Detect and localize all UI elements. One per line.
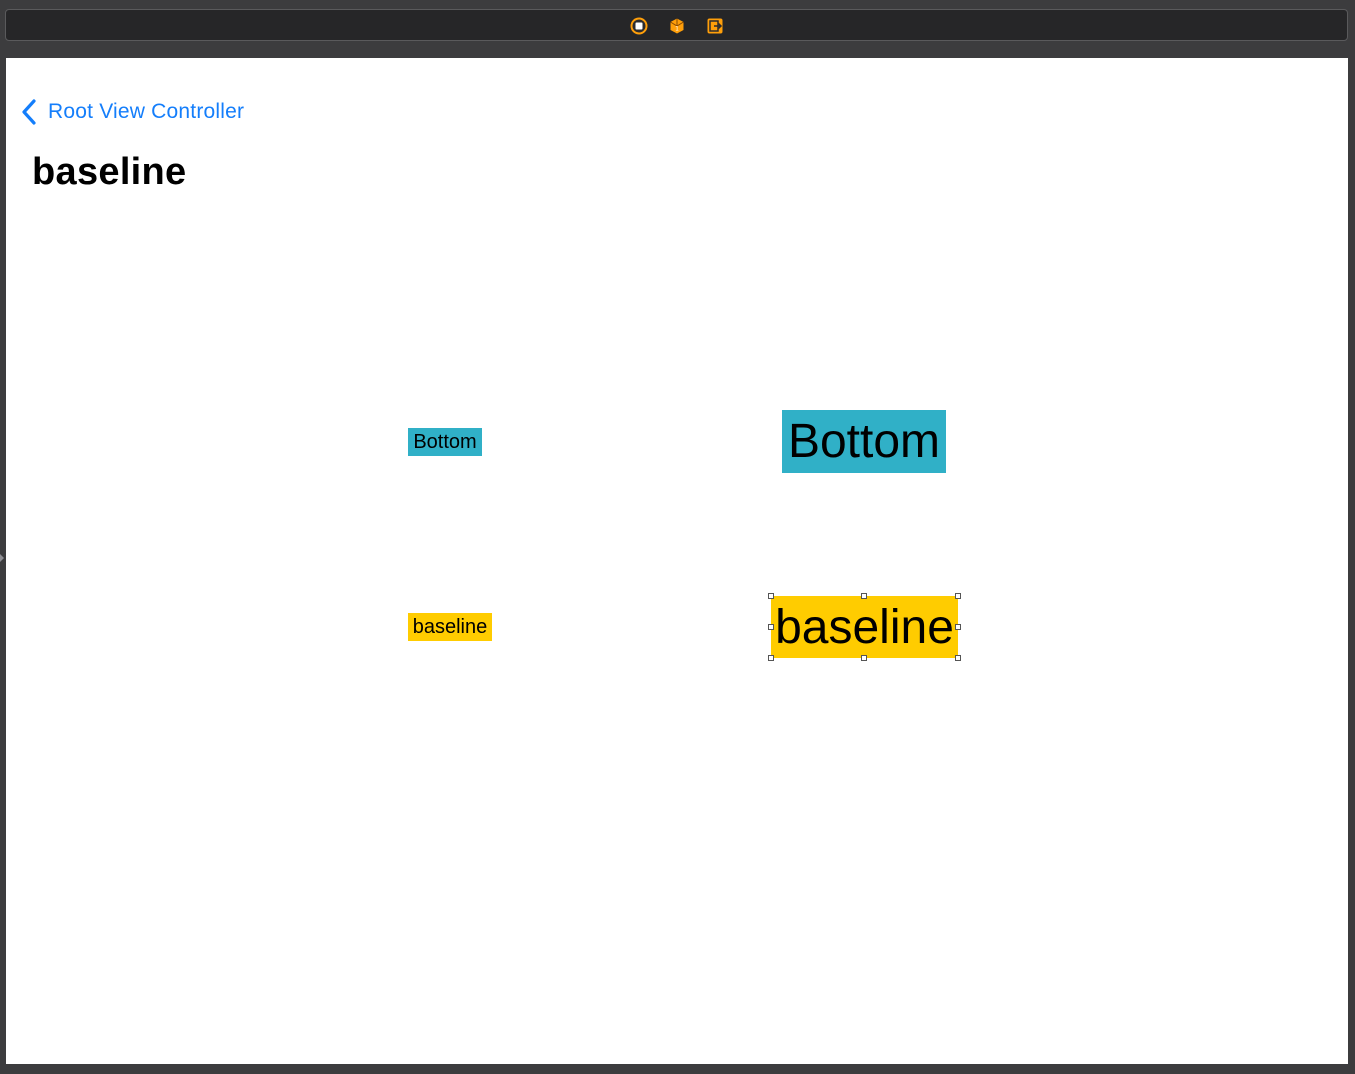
view-controller-canvas: Root View Controller baseline Bottom bas…	[6, 58, 1348, 1064]
small-bottom-label[interactable]: Bottom	[408, 428, 482, 456]
navigation-title: baseline	[32, 151, 187, 193]
large-baseline-label[interactable]: baseline	[771, 596, 958, 658]
first-responder-icon[interactable]: 1	[668, 17, 686, 35]
scene-dock: 1	[630, 15, 724, 37]
exit-icon[interactable]	[706, 17, 724, 35]
svg-text:1: 1	[675, 26, 679, 33]
view-controller-icon[interactable]	[630, 17, 648, 35]
large-bottom-label[interactable]: Bottom	[782, 410, 946, 473]
chevron-left-icon	[22, 99, 36, 125]
canvas-edge-marker	[0, 554, 4, 562]
back-button[interactable]: Root View Controller	[20, 96, 244, 128]
back-button-label: Root View Controller	[48, 100, 245, 123]
small-baseline-label[interactable]: baseline	[408, 613, 492, 641]
